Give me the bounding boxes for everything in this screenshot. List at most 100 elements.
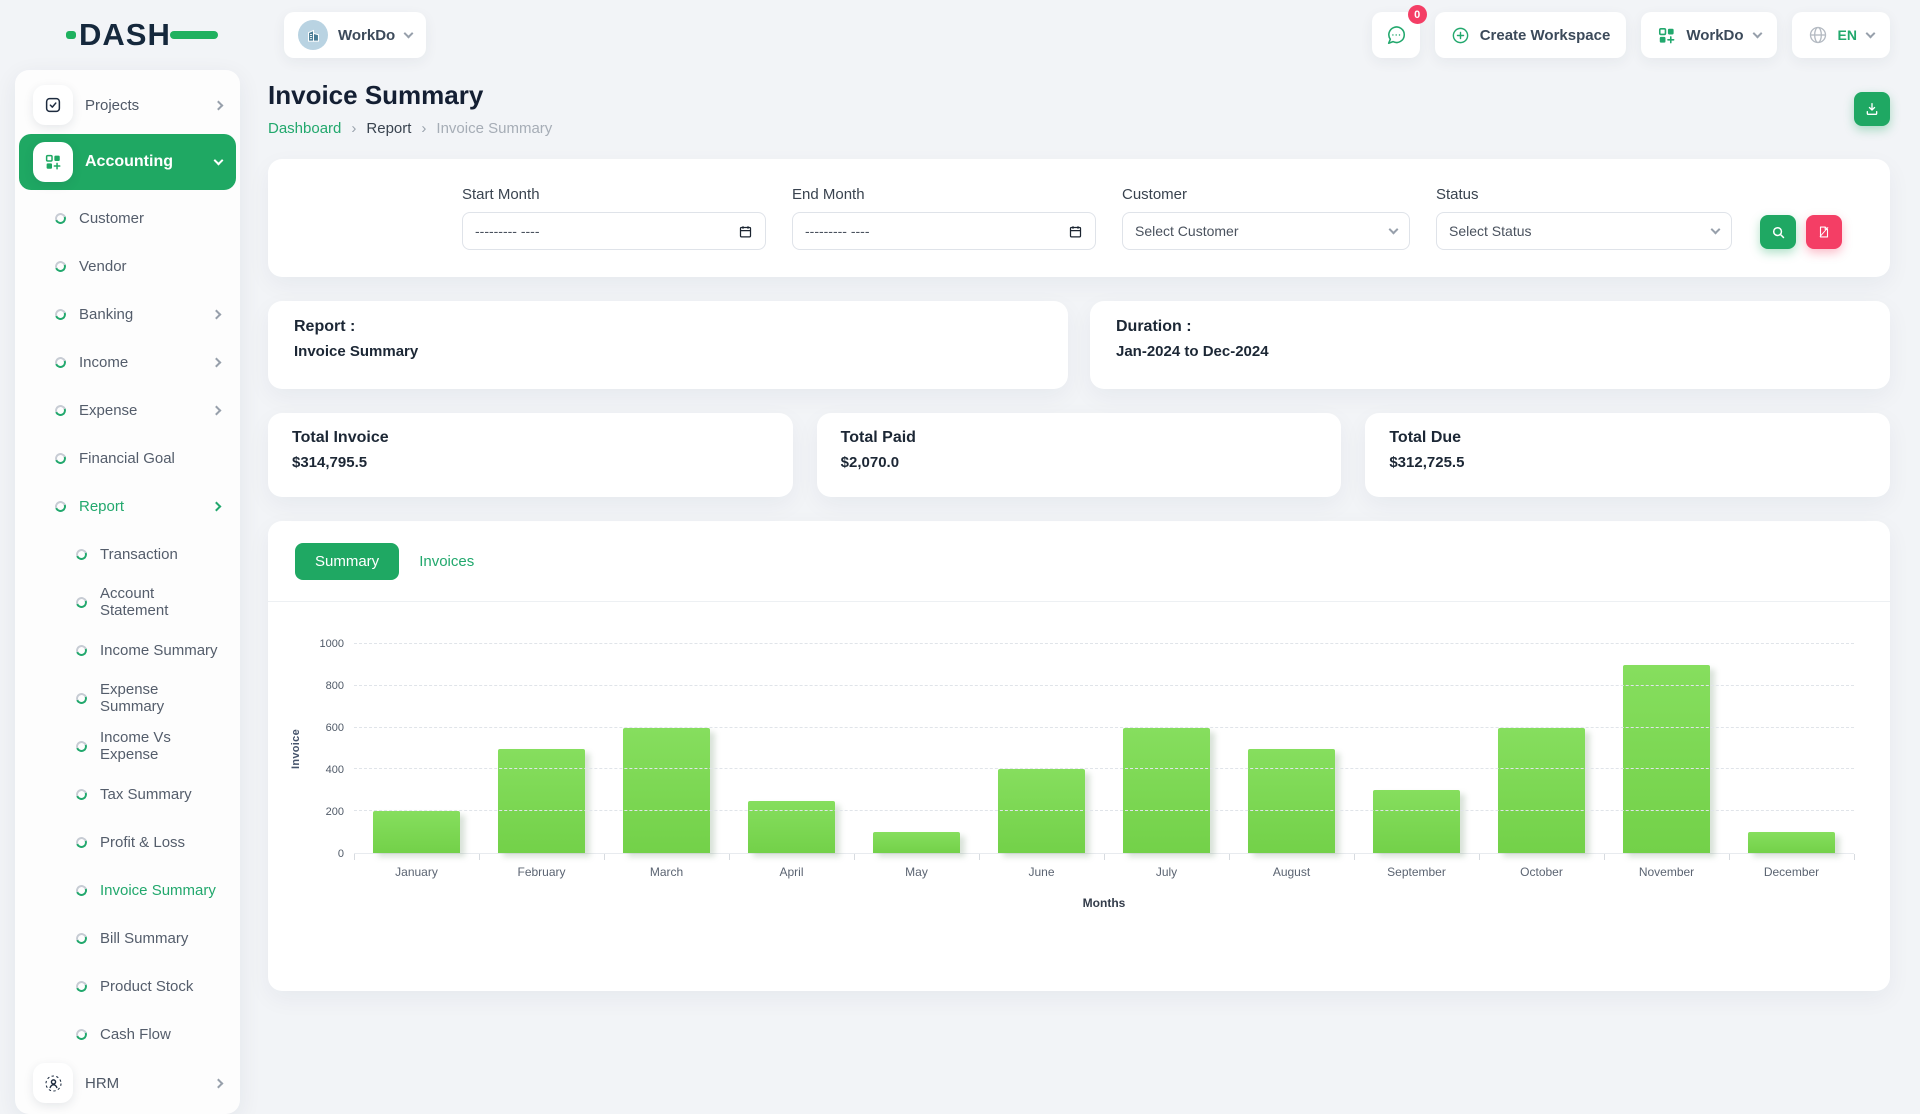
duration-label: Duration :: [1116, 318, 1864, 336]
total-paid-card: Total Paid $2,070.0: [817, 413, 1342, 497]
stat-value: $2,070.0: [841, 454, 1318, 471]
chevron-down-icon: [214, 156, 224, 166]
chart-x-labels: JanuaryFebruaryMarchAprilMayJuneJulyAugu…: [354, 865, 1854, 879]
workdo-menu-button[interactable]: WorkDo: [1641, 12, 1776, 58]
sidebar-item-financial-goal[interactable]: Financial Goal: [19, 434, 236, 482]
bar-august[interactable]: [1229, 644, 1354, 853]
sidebar-item-cash-flow[interactable]: Cash Flow: [19, 1010, 236, 1058]
bullet-icon: [74, 643, 89, 658]
tab-invoices[interactable]: Invoices: [419, 553, 474, 570]
chevron-down-icon: [404, 29, 414, 39]
language-value: EN: [1838, 27, 1857, 43]
sidebar-item-label: Tax Summary: [100, 786, 220, 803]
y-tick-label: 200: [326, 806, 344, 818]
y-axis-title: Invoice: [290, 729, 302, 769]
globe-icon: [1808, 25, 1828, 45]
sidebar-item-tax-summary[interactable]: Tax Summary: [19, 770, 236, 818]
bar-january[interactable]: [354, 644, 479, 853]
bar-march[interactable]: [604, 644, 729, 853]
sidebar-item-label: Income Summary: [100, 642, 220, 659]
file-slash-icon: [1817, 225, 1831, 239]
sidebar-item-expense-summary[interactable]: Expense Summary: [19, 674, 236, 722]
report-value: Invoice Summary: [294, 343, 1042, 360]
x-axis-title: Months: [298, 896, 1854, 910]
sidebar-item-hrm[interactable]: HRM: [19, 1058, 236, 1108]
y-tick-label: 400: [326, 764, 344, 776]
bullet-icon: [74, 787, 89, 802]
bar-may[interactable]: [854, 644, 979, 853]
bar-december[interactable]: [1729, 644, 1854, 853]
sidebar-item-banking[interactable]: Banking: [19, 290, 236, 338]
sidebar-item-invoice-summary[interactable]: Invoice Summary: [19, 866, 236, 914]
start-month-input[interactable]: --------- ----: [462, 212, 766, 250]
download-icon: [1864, 101, 1880, 117]
sidebar-item-accounting[interactable]: Accounting: [19, 134, 236, 190]
calendar-icon: [1068, 224, 1083, 239]
sidebar-item-vendor[interactable]: Vendor: [19, 242, 236, 290]
customer-label: Customer: [1122, 186, 1410, 203]
bar-february[interactable]: [479, 644, 604, 853]
sidebar-item-label: HRM: [85, 1075, 203, 1092]
bar-july[interactable]: [1104, 644, 1229, 853]
stat-label: Total Paid: [841, 429, 1318, 447]
sidebar-item-income-summary[interactable]: Income Summary: [19, 626, 236, 674]
chevron-down-icon: [1866, 29, 1876, 39]
accounting-grid-icon: [33, 142, 73, 182]
status-select-value: Select Status: [1449, 223, 1532, 239]
sidebar-item-report[interactable]: Report: [19, 482, 236, 530]
breadcrumb-dashboard[interactable]: Dashboard: [268, 120, 341, 137]
customer-select[interactable]: Select Customer: [1122, 212, 1410, 250]
total-invoice-card: Total Invoice $314,795.5: [268, 413, 793, 497]
chart-y-axis: Invoice 02004006008001000: [298, 644, 354, 854]
sidebar-item-bill-summary[interactable]: Bill Summary: [19, 914, 236, 962]
language-select[interactable]: EN: [1792, 12, 1890, 58]
chevron-right-icon: ›: [351, 120, 356, 137]
dash-logo[interactable]: DASH: [66, 17, 218, 53]
chevron-right-icon: [212, 405, 222, 415]
sidebar-item-label: Transaction: [100, 546, 220, 563]
breadcrumb: Dashboard › Report › Invoice Summary: [268, 120, 552, 137]
sidebar-item-income[interactable]: Income: [19, 338, 236, 386]
sidebar-item-product-stock[interactable]: Product Stock: [19, 962, 236, 1010]
bar-june[interactable]: [979, 644, 1104, 853]
x-tick-label: February: [479, 865, 604, 879]
workspace-select[interactable]: WorkDo: [284, 12, 426, 58]
bar-april[interactable]: [729, 644, 854, 853]
chevron-down-icon: [1752, 29, 1762, 39]
chart-tabs: Summary Invoices: [268, 543, 1890, 580]
sidebar-item-account-statement[interactable]: Account Statement: [19, 578, 236, 626]
sidebar: Projects Accounting Customer Vendor Bank…: [15, 70, 240, 1114]
bullet-icon: [53, 403, 68, 418]
sidebar-item-customer[interactable]: Customer: [19, 194, 236, 242]
x-tick-label: August: [1229, 865, 1354, 879]
end-month-input[interactable]: --------- ----: [792, 212, 1096, 250]
breadcrumb-current: Invoice Summary: [436, 120, 552, 137]
projects-checkbox-icon: [33, 85, 73, 125]
sidebar-item-label: Account Statement: [100, 585, 220, 619]
create-workspace-button[interactable]: Create Workspace: [1435, 12, 1627, 58]
search-button[interactable]: [1760, 215, 1796, 249]
customer-select-value: Select Customer: [1135, 223, 1238, 239]
topbar: DASH WorkDo 0 Create Workspace: [0, 0, 1920, 70]
bullet-icon: [53, 211, 68, 226]
sidebar-item-projects[interactable]: Projects: [19, 80, 236, 130]
sidebar-item-expense[interactable]: Expense: [19, 386, 236, 434]
y-tick-label: 800: [326, 680, 344, 692]
status-select[interactable]: Select Status: [1436, 212, 1732, 250]
messages-button[interactable]: 0: [1372, 12, 1420, 58]
breadcrumb-report[interactable]: Report: [366, 120, 411, 137]
sidebar-item-profit-loss[interactable]: Profit & Loss: [19, 818, 236, 866]
stat-value: $314,795.5: [292, 454, 769, 471]
tab-summary[interactable]: Summary: [295, 543, 399, 580]
status-label: Status: [1436, 186, 1732, 203]
end-month-placeholder: --------- ----: [805, 223, 870, 239]
bar-october[interactable]: [1479, 644, 1604, 853]
download-button[interactable]: [1854, 92, 1890, 126]
reset-filter-button[interactable]: [1806, 215, 1842, 249]
sidebar-item-income-vs-expense[interactable]: Income Vs Expense: [19, 722, 236, 770]
bar-september[interactable]: [1354, 644, 1479, 853]
bar-november[interactable]: [1604, 644, 1729, 853]
x-tick-label: November: [1604, 865, 1729, 879]
sidebar-item-transaction[interactable]: Transaction: [19, 530, 236, 578]
chevron-right-icon: [212, 357, 222, 367]
